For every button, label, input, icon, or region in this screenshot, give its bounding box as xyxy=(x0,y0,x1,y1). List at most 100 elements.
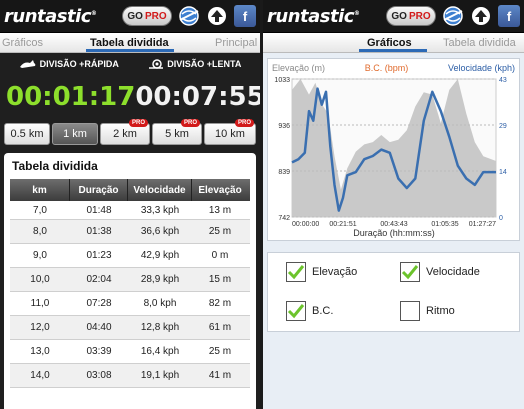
distance-1km-button[interactable]: 1 km xyxy=(52,123,98,145)
go-pro-button[interactable]: GO PRO xyxy=(122,6,172,26)
elevation-label: Elevação xyxy=(312,266,358,278)
tab-graphs[interactable]: Gráficos xyxy=(2,37,43,49)
header-elevation[interactable]: Elevação xyxy=(192,179,248,201)
active-tab-indicator xyxy=(359,49,427,52)
cell-km: 13,0 xyxy=(30,346,50,357)
heart-rate-checkbox[interactable] xyxy=(286,301,306,321)
x-tick-label: 01:27:27 xyxy=(469,221,496,228)
x-axis-label: Duração (hh:mm:ss) xyxy=(353,228,435,238)
cell-duration: 04:40 xyxy=(86,322,112,333)
graphs-screen: runtastic® GO PRO f Gráficos Tabela divid… xyxy=(263,0,524,409)
table-row[interactable]: 11,0 07:28 8,0 kph 82 m xyxy=(10,292,250,316)
toggle-speed[interactable]: Velocidade xyxy=(400,262,480,282)
cell-elevation: 82 m xyxy=(208,298,232,309)
cell-duration: 02:04 xyxy=(86,274,112,285)
checkmark-icon xyxy=(401,265,419,280)
heart-rate-label: B.C. xyxy=(312,305,334,317)
fastest-split-time: 00:01:17 xyxy=(6,81,136,112)
runtastic-logo: runtastic® xyxy=(267,5,360,27)
graph-card: Elevação (m) B.C. (bpm) Velocidade (kph)… xyxy=(267,58,520,241)
table-row[interactable]: 9,0 01:23 42,9 kph 0 m xyxy=(10,244,250,268)
cell-duration: 01:48 xyxy=(86,204,112,216)
checkmark-icon xyxy=(287,265,305,280)
distance-10km-button[interactable]: 10 km PRO xyxy=(204,119,256,145)
cell-speed: 33,3 kph xyxy=(140,204,180,216)
cell-duration: 03:39 xyxy=(86,346,112,357)
distance-2km-button[interactable]: 2 km PRO xyxy=(100,119,150,145)
globe-icon[interactable] xyxy=(442,5,464,27)
elevation-checkbox[interactable] xyxy=(286,262,306,282)
tab-graphs[interactable]: Gráficos xyxy=(367,37,412,49)
cell-elevation: 41 m xyxy=(208,370,232,381)
active-tab-indicator xyxy=(86,49,174,52)
checkmark-icon xyxy=(287,304,305,319)
globe-icon[interactable] xyxy=(178,5,200,27)
table-row[interactable]: 10,0 02:04 28,9 kph 15 m xyxy=(10,268,250,292)
y-right-tick-label: 14 xyxy=(499,169,507,176)
cell-duration: 01:38 xyxy=(86,226,112,237)
y-left-tick-label: 742 xyxy=(278,215,290,222)
table-row[interactable]: 7,0 01:48 33,3 kph 13 m xyxy=(10,201,250,220)
cell-km: 9,0 xyxy=(33,250,47,261)
x-tick-label: 00:21:51 xyxy=(329,221,356,228)
y-left-tick-label: 839 xyxy=(278,169,290,176)
cell-speed: 12,8 kph xyxy=(140,322,180,333)
hare-icon xyxy=(19,60,35,68)
cell-duration: 07:28 xyxy=(86,298,112,309)
top-bar: runtastic® GO PRO f xyxy=(0,0,260,33)
speed-checkbox[interactable] xyxy=(400,262,420,282)
cell-km: 12,0 xyxy=(30,322,50,333)
upload-icon[interactable] xyxy=(206,5,228,27)
cell-duration: 01:23 xyxy=(86,250,112,261)
facebook-icon[interactable]: f xyxy=(234,5,256,27)
tab-split-table[interactable]: Tabela dividida xyxy=(90,37,169,49)
speed-label: Velocidade xyxy=(426,266,480,278)
runtastic-logo: runtastic® xyxy=(4,5,97,27)
facebook-icon[interactable]: f xyxy=(498,5,520,27)
pro-badge: PRO xyxy=(128,119,148,127)
distance-5km-button[interactable]: 5 km PRO xyxy=(152,119,202,145)
y-left-tick-label: 936 xyxy=(278,123,290,130)
elevation-speed-chart[interactable]: 1033 936 839 742 43 29 14 0 00:00:00 00:21:51 00:4… xyxy=(268,59,521,242)
table-row[interactable]: 8,0 01:38 36,6 kph 25 m xyxy=(10,220,250,244)
cell-speed: 36,6 kph xyxy=(140,226,180,237)
slowest-split-label: DIVISÃO +LENTA xyxy=(167,59,242,69)
cell-speed: 16,4 kph xyxy=(140,346,180,357)
pace-label: Ritmo xyxy=(426,305,455,317)
split-table-title: Tabela dividida xyxy=(12,159,98,173)
header-duration[interactable]: Duração xyxy=(70,179,128,201)
table-row[interactable]: 13,0 03:39 16,4 kph 25 m xyxy=(10,340,250,364)
header-speed[interactable]: Velocidade xyxy=(128,179,192,201)
toggle-elevation[interactable]: Elevação xyxy=(286,262,357,282)
slowest-split-time: 00:07:55 xyxy=(135,81,260,112)
distance-selector: 0.5 km 1 km 2 km PRO 5 km PRO 10 km PRO xyxy=(0,119,260,148)
cell-km: 7,0 xyxy=(33,204,47,216)
go-pro-button[interactable]: GO PRO xyxy=(386,6,436,26)
table-row[interactable]: 12,0 04:40 12,8 kph 61 m xyxy=(10,316,250,340)
toggle-heart-rate[interactable]: B.C. xyxy=(286,301,333,321)
distance-0-5km-button[interactable]: 0.5 km xyxy=(4,123,50,145)
tab-bar: Gráficos Tabela dividida Principal xyxy=(0,33,260,53)
split-table-screen: runtastic® GO PRO f Gráficos Tabela divid… xyxy=(0,0,260,409)
cell-duration: 03:08 xyxy=(86,370,112,381)
tab-split-table[interactable]: Tabela dividida xyxy=(443,37,516,49)
pro-badge: PRO xyxy=(180,119,200,127)
cell-km: 10,0 xyxy=(30,274,50,285)
table-row[interactable]: 14,0 03:08 19,1 kph 41 m xyxy=(10,364,250,388)
cell-elevation: 13 m xyxy=(208,204,232,216)
cell-km: 8,0 xyxy=(33,226,47,237)
upload-icon[interactable] xyxy=(470,5,492,27)
cell-speed: 42,9 kph xyxy=(140,250,180,261)
header-km[interactable]: km xyxy=(10,179,70,201)
toggle-pace[interactable]: Ritmo xyxy=(400,301,455,321)
y-right-tick-label: 0 xyxy=(499,215,503,222)
table-body[interactable]: 7,0 01:48 33,3 kph 13 m 8,0 01:38 36,6 kph 25 m… xyxy=(4,201,256,388)
split-table-card: Tabela dividida km Duração Velocidade El… xyxy=(4,153,256,409)
cell-speed: 8,0 kph xyxy=(143,298,177,309)
pace-checkbox[interactable] xyxy=(400,301,420,321)
x-tick-label: 00:00:00 xyxy=(292,221,319,228)
top-bar: runtastic® GO PRO f xyxy=(263,0,524,33)
series-toggle-panel: Elevação Velocidade B.C. Ritmo xyxy=(267,252,520,332)
cell-km: 11,0 xyxy=(30,298,50,309)
tab-main[interactable]: Principal xyxy=(215,37,257,49)
